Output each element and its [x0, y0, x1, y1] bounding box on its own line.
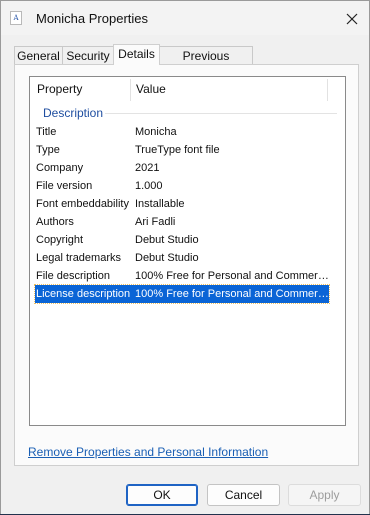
property-name: Font embeddability — [36, 198, 129, 210]
property-value: Installable — [135, 198, 185, 210]
property-name: Type — [36, 144, 60, 156]
property-name: Title — [36, 126, 57, 138]
close-button[interactable] — [341, 8, 363, 30]
group-label-description: Description — [43, 106, 104, 120]
property-name: Authors — [36, 216, 74, 228]
table-row[interactable]: Copyright Debut Studio — [35, 231, 329, 249]
column-divider[interactable] — [327, 79, 328, 101]
property-name: File version — [36, 180, 93, 192]
close-icon — [346, 13, 358, 25]
table-row[interactable]: File version 1.000 — [35, 177, 329, 195]
property-value: TrueType font file — [135, 144, 220, 156]
property-value: Debut Studio — [135, 234, 199, 246]
window-title: Monicha Properties — [36, 11, 148, 26]
group-divider — [105, 113, 337, 114]
column-header-value[interactable]: Value — [136, 77, 166, 102]
table-row-selected[interactable]: License description 100% Free for Person… — [34, 284, 330, 304]
properties-dialog: A Monicha Properties General Security De… — [0, 0, 370, 515]
column-divider[interactable] — [130, 79, 131, 101]
table-row[interactable]: Type TrueType font file — [35, 141, 329, 159]
apply-button[interactable]: Apply — [288, 484, 361, 506]
column-header-property[interactable]: Property — [37, 77, 82, 102]
tab-previous-versions[interactable]: Previous Versions — [159, 46, 253, 81]
property-value: 100% Free for Personal and Commerc... — [135, 288, 329, 300]
table-row[interactable]: Font embeddability Installable — [35, 195, 329, 213]
tab-general[interactable]: General — [14, 46, 63, 64]
property-value: 1.000 — [135, 180, 163, 192]
property-value: Monicha — [135, 126, 177, 138]
table-row[interactable]: Title Monicha — [35, 123, 329, 141]
remove-properties-link[interactable]: Remove Properties and Personal Informati… — [28, 445, 268, 459]
property-name: Company — [36, 162, 84, 174]
table-row[interactable]: File description 100% Free for Personal … — [35, 267, 329, 285]
property-value: 2021 — [135, 162, 160, 174]
title-bar: A Monicha Properties — [1, 1, 369, 35]
cancel-button[interactable]: Cancel — [207, 484, 280, 506]
font-file-icon: A — [10, 11, 22, 25]
ok-button[interactable]: OK — [126, 484, 198, 506]
property-name: Legal trademarks — [36, 252, 121, 264]
details-list[interactable]: Property Value Description Title Monicha… — [29, 76, 346, 426]
property-name: Copyright — [36, 234, 84, 246]
table-row[interactable]: Authors Ari Fadli — [35, 213, 329, 231]
table-row[interactable]: Legal trademarks Debut Studio — [35, 249, 329, 267]
tab-details[interactable]: Details — [113, 44, 160, 65]
tab-security[interactable]: Security — [62, 46, 114, 64]
property-value: Debut Studio — [135, 252, 199, 264]
list-header: Property Value — [30, 77, 345, 102]
property-value: 100% Free for Personal and Commerc... — [135, 270, 329, 282]
property-name: License description — [36, 288, 131, 300]
details-panel: Property Value Description Title Monicha… — [14, 64, 359, 466]
property-value: Ari Fadli — [135, 216, 176, 228]
property-name: File description — [36, 270, 110, 282]
table-row[interactable]: Company 2021 — [35, 159, 329, 177]
